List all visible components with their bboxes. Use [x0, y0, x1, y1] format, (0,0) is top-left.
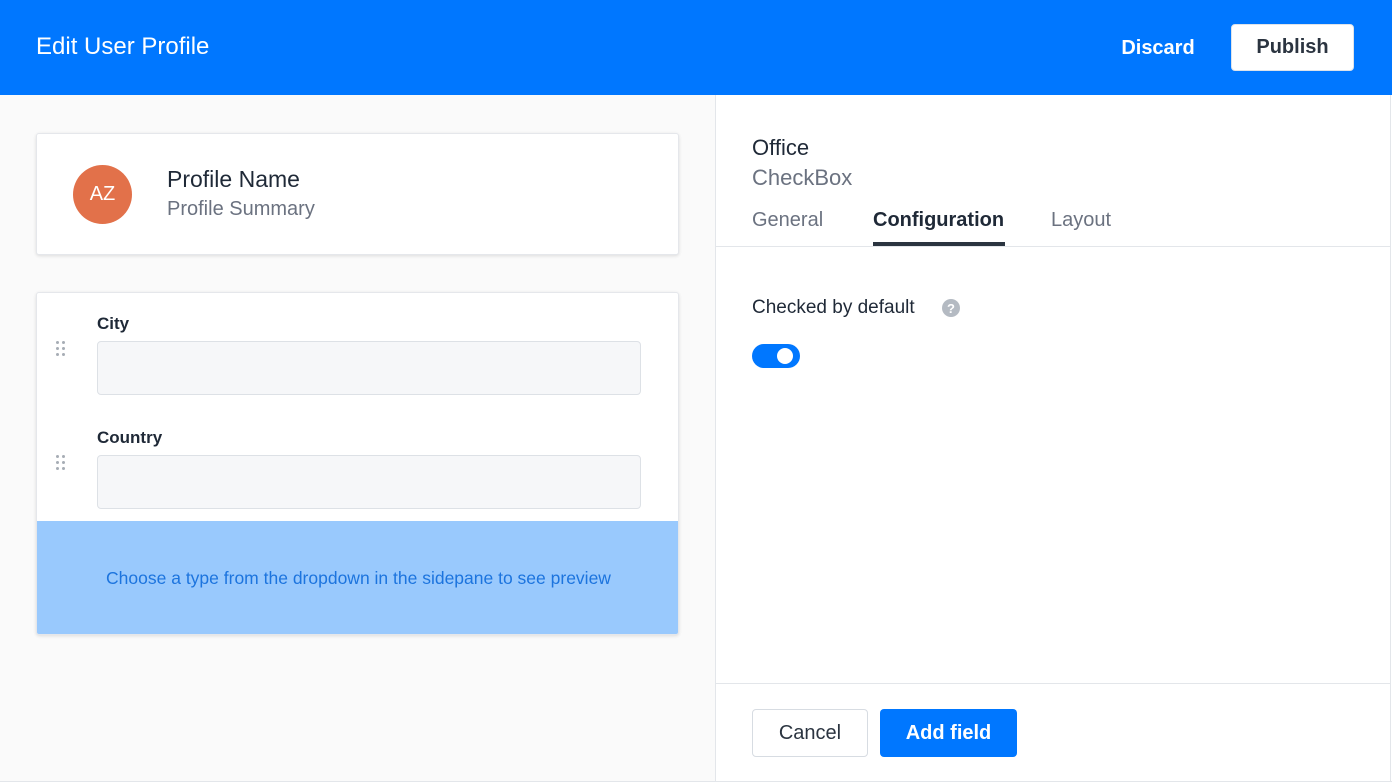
tab-layout[interactable]: Layout	[1051, 209, 1111, 232]
tabs-divider	[716, 246, 1390, 247]
add-field-button[interactable]: Add field	[880, 709, 1017, 757]
toggle-knob	[777, 348, 793, 364]
fields-card: City Country Choose a type from the drop…	[36, 292, 679, 635]
cancel-button[interactable]: Cancel	[752, 709, 868, 757]
page-title: Edit User Profile	[36, 33, 210, 60]
tab-general[interactable]: General	[752, 209, 823, 232]
avatar: AZ	[73, 165, 132, 224]
field-type: CheckBox	[752, 165, 853, 190]
checked-by-default-label: Checked by default	[752, 297, 915, 318]
discard-button[interactable]: Discard	[1104, 26, 1212, 70]
country-input[interactable]	[97, 455, 641, 509]
country-label: Country	[97, 428, 163, 447]
footer-divider	[716, 683, 1390, 684]
field-sidepane: Office CheckBox General Configuration La…	[716, 95, 1390, 782]
top-bar: Edit User Profile Discard Publish	[0, 0, 1392, 95]
publish-button[interactable]: Publish	[1231, 24, 1354, 71]
tab-configuration[interactable]: Configuration	[873, 209, 1004, 232]
drag-handle-icon[interactable]	[56, 341, 66, 361]
profile-card: AZ Profile Name Profile Summary	[36, 133, 679, 255]
right-edge	[1390, 95, 1391, 782]
city-input[interactable]	[97, 341, 641, 395]
form-canvas: AZ Profile Name Profile Summary City Cou…	[0, 95, 715, 782]
profile-summary: Profile Summary	[167, 198, 315, 220]
preview-message: Choose a type from the dropdown in the s…	[106, 567, 611, 588]
question-circle-icon[interactable]: ?	[942, 299, 960, 317]
field-preview-placeholder: Choose a type from the dropdown in the s…	[37, 521, 678, 634]
checked-by-default-toggle[interactable]	[752, 344, 800, 368]
field-name: Office	[752, 135, 810, 160]
profile-name: Profile Name	[167, 166, 300, 192]
drag-handle-icon[interactable]	[56, 455, 66, 475]
city-label: City	[97, 314, 130, 333]
